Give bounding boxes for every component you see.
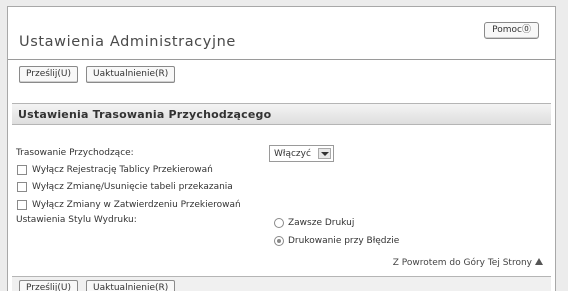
- always-print-radio[interactable]: [274, 218, 284, 228]
- title-divider: [8, 59, 555, 60]
- disable-table-change-label: Wyłącz Zmianę/Usunięcie tabeli przekazan…: [32, 182, 233, 192]
- section-title: Ustawienia Trasowania Przychodzącego: [18, 108, 272, 121]
- print-on-error-radio[interactable]: [274, 236, 284, 246]
- always-print-label: Zawsze Drukuj: [288, 218, 355, 228]
- incoming-routing-label: Trasowanie Przychodzące:: [16, 148, 134, 158]
- disable-routing-table-registration-checkbox[interactable]: [17, 165, 27, 175]
- back-to-top-label: Z Powrotem do Góry Tej Strony: [392, 258, 532, 268]
- disable-routing-table-registration-label: Wyłącz Rejestrację Tablicy Przekierowań: [32, 165, 213, 175]
- incoming-routing-select[interactable]: Włączyć: [269, 145, 334, 162]
- disable-approval-change-label: Wyłącz Zmiany w Zatwierdzeniu Przekierow…: [32, 200, 241, 210]
- submit-button-bottom[interactable]: Prześlij(U): [19, 280, 79, 291]
- submit-button[interactable]: Prześlij(U): [19, 66, 79, 83]
- arrow-up-icon: [535, 258, 543, 265]
- disable-approval-change-checkbox[interactable]: [17, 200, 27, 210]
- admin-settings-panel: Ustawienia Administracyjne Pomoc⓪ Prześl…: [7, 6, 556, 291]
- chevron-down-icon[interactable]: [318, 148, 331, 159]
- update-button-bottom[interactable]: Uaktualnienie(R): [86, 280, 176, 291]
- incoming-routing-value: Włączyć: [274, 149, 311, 159]
- update-button[interactable]: Uaktualnienie(R): [86, 66, 176, 83]
- print-on-error-label: Drukowanie przy Błędzie: [288, 236, 400, 246]
- section-header: Ustawienia Trasowania Przychodzącego: [12, 103, 551, 125]
- help-button[interactable]: Pomoc⓪: [484, 22, 539, 39]
- disable-table-change-checkbox[interactable]: [17, 182, 27, 192]
- bottom-toolbar: Prześlij(U) Uaktualnienie(R): [12, 276, 551, 291]
- back-to-top-link[interactable]: Z Powrotem do Góry Tej Strony: [393, 258, 543, 268]
- print-style-label: Ustawienia Stylu Wydruku:: [16, 215, 137, 225]
- page-title: Ustawienia Administracyjne: [19, 34, 236, 50]
